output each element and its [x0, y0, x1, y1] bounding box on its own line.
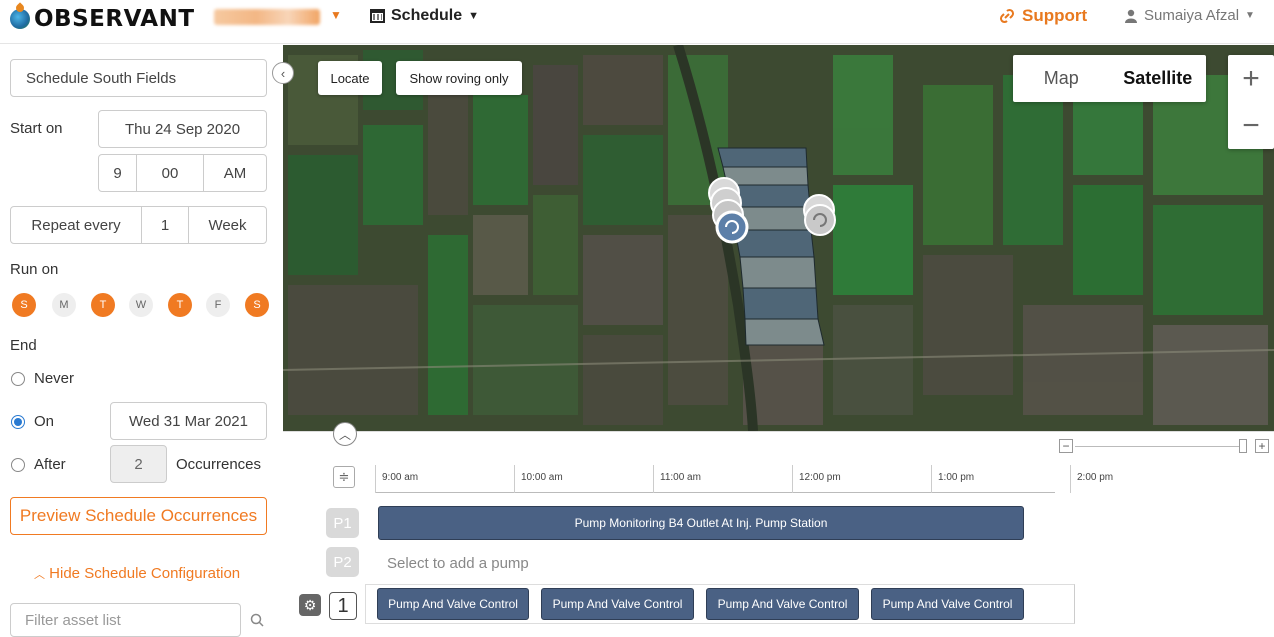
gear-icon[interactable]: ⚙: [299, 594, 321, 616]
pump-slot-p2[interactable]: P2: [326, 547, 359, 577]
repeat-count[interactable]: 1: [141, 207, 188, 243]
caret-down-icon[interactable]: ▼: [330, 8, 342, 22]
row-number[interactable]: 1: [329, 592, 357, 620]
tick-label: 2:00 pm: [1070, 465, 1113, 493]
search-icon[interactable]: [250, 613, 264, 627]
map-zoom-controls: + −: [1228, 55, 1274, 149]
locate-button[interactable]: Locate: [318, 61, 382, 95]
start-date-value: Thu 24 Sep 2020: [124, 120, 241, 138]
blurred-account-name[interactable]: [214, 9, 320, 25]
asset-filter-input[interactable]: Filter asset list: [10, 603, 241, 637]
weekday-toggle[interactable]: M: [52, 293, 76, 317]
end-label: End: [10, 337, 37, 354]
zoom-track: [1075, 446, 1247, 447]
map-type-map[interactable]: Map: [1013, 55, 1110, 102]
user-icon: [1125, 9, 1137, 23]
pump-slot-p1[interactable]: P1: [326, 508, 359, 538]
weekday-toggle[interactable]: F: [206, 293, 230, 317]
zoom-in-button[interactable]: +: [1242, 62, 1260, 96]
link-icon: [999, 8, 1015, 24]
observant-logo[interactable]: OBSERVANT: [10, 5, 195, 33]
timeline-zoom-slider[interactable]: − +: [1059, 439, 1269, 455]
repeat-label: Repeat every: [31, 216, 121, 234]
schedule-menu[interactable]: Schedule ▼: [370, 7, 479, 25]
control-bar[interactable]: Pump And Valve Control: [706, 588, 859, 620]
calendar-icon: [370, 9, 385, 23]
caret-down-icon: ▼: [1245, 10, 1255, 21]
logo-text: OBSERVANT: [34, 6, 195, 32]
tick-label: 12:00 pm: [792, 465, 841, 493]
start-hour[interactable]: 9: [99, 155, 136, 191]
control-bar[interactable]: Pump And Valve Control: [871, 588, 1024, 620]
schedule-timeline: ︿ − + ≑ 9:00 am 10:00 am 11:00 am 12:00 …: [283, 422, 1274, 624]
expand-map-button[interactable]: ︿: [333, 422, 357, 446]
end-never-label: Never: [34, 370, 75, 387]
start-date-input[interactable]: Thu 24 Sep 2020: [98, 110, 267, 148]
chevron-left-icon: ‹: [280, 65, 286, 81]
end-after-label: After: [34, 456, 66, 473]
filter-placeholder: Filter asset list: [25, 611, 121, 629]
weekday-toggle[interactable]: S: [12, 293, 36, 317]
control-bar[interactable]: Pump And Valve Control: [377, 588, 529, 620]
expand-rows-icon[interactable]: ≑: [333, 466, 355, 488]
time-axis: 9:00 am 10:00 am 11:00 am 12:00 pm 1:00 …: [375, 465, 1113, 493]
start-time-input: 9 00 AM: [98, 154, 267, 192]
tick-label: 9:00 am: [375, 465, 418, 493]
top-navbar: OBSERVANT ▼ Schedule ▼ Support Sumaiya A…: [0, 0, 1274, 44]
map-imagery: [283, 45, 1274, 431]
map-type-satellite[interactable]: Satellite: [1110, 55, 1207, 102]
map-type-switcher: Map Satellite: [1013, 55, 1206, 102]
schedule-menu-label: Schedule: [391, 7, 463, 24]
end-on-radio[interactable]: [11, 415, 25, 429]
chevron-up-icon: ︿: [338, 427, 351, 442]
zoom-thumb[interactable]: [1239, 439, 1247, 453]
repeat-input: Repeat every 1 Week: [10, 206, 267, 244]
schedule-name-value: Schedule South Fields: [26, 69, 177, 87]
support-link[interactable]: Support: [998, 6, 1087, 26]
weekday-toggle[interactable]: T: [168, 293, 192, 317]
user-name: Sumaiya Afzal: [1144, 7, 1240, 24]
chevron-up-icon: ︿: [34, 569, 45, 581]
tick-label: 10:00 am: [514, 465, 563, 493]
show-roving-button[interactable]: Show roving only: [396, 61, 522, 95]
preview-occurrences-button[interactable]: Preview Schedule Occurrences: [10, 497, 267, 535]
hide-config-link[interactable]: ︿ Hide Schedule Configuration: [34, 565, 240, 582]
start-label: Start on: [10, 120, 63, 137]
schedule-name-input[interactable]: Schedule South Fields: [10, 59, 267, 97]
start-ampm[interactable]: AM: [203, 155, 266, 191]
hide-config-label: Hide Schedule Configuration: [49, 565, 241, 582]
weekday-toggle[interactable]: W: [129, 293, 153, 317]
caret-down-icon: ▼: [468, 10, 480, 22]
end-date-value: Wed 31 Mar 2021: [129, 412, 248, 430]
satellite-map[interactable]: Locate Show roving only Map Satellite + …: [283, 45, 1274, 431]
end-never-radio[interactable]: [11, 372, 25, 386]
tick-label: 1:00 pm: [931, 465, 974, 493]
logo-drop-icon: [10, 9, 30, 29]
end-date-input[interactable]: Wed 31 Mar 2021: [110, 402, 267, 440]
occurrences-count-value: 2: [134, 455, 143, 473]
weekday-toggle[interactable]: S: [245, 293, 269, 317]
start-minute[interactable]: 00: [136, 155, 203, 191]
zoom-out-button[interactable]: −: [1242, 109, 1260, 143]
occurrences-label: Occurrences: [176, 456, 262, 473]
weekday-toggle[interactable]: T: [91, 293, 115, 317]
tick-label: 11:00 am: [653, 465, 701, 493]
add-pump-placeholder[interactable]: Select to add a pump: [387, 555, 529, 572]
repeat-unit[interactable]: Week: [188, 207, 266, 243]
user-menu[interactable]: Sumaiya Afzal ▼: [1124, 7, 1255, 24]
occurrences-count-input[interactable]: 2: [110, 445, 167, 483]
schedule-config-panel: Schedule South Fields Start on Thu 24 Se…: [0, 45, 280, 637]
support-label: Support: [1022, 6, 1088, 25]
run-on-label: Run on: [10, 261, 59, 278]
collapse-sidebar-button[interactable]: ‹: [272, 62, 294, 84]
timeline-zoom-in-icon[interactable]: +: [1255, 439, 1269, 453]
p1-schedule-bar[interactable]: Pump Monitoring B4 Outlet At Inj. Pump S…: [378, 506, 1024, 540]
end-after-radio[interactable]: [11, 458, 25, 472]
end-on-label: On: [34, 413, 55, 430]
timeline-zoom-out-icon[interactable]: −: [1059, 439, 1073, 453]
control-bar[interactable]: Pump And Valve Control: [541, 588, 694, 620]
